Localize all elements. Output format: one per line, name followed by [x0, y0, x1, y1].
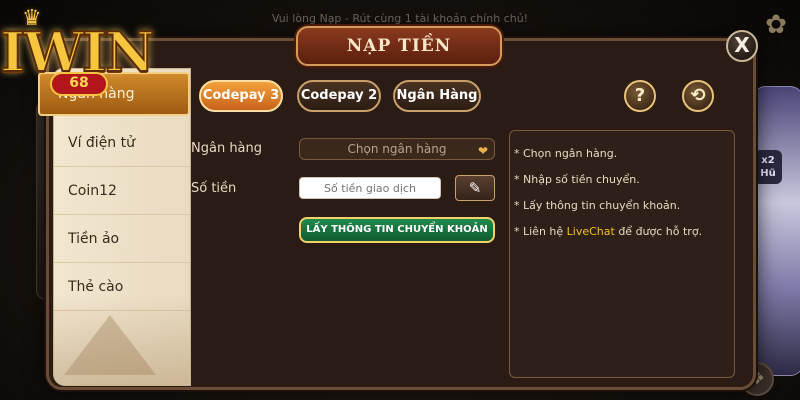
close-button[interactable]: X [726, 30, 758, 62]
hint-line: * Nhập số tiền chuyển. [514, 173, 640, 186]
lantern-icon: ✿ [765, 10, 787, 40]
history-button[interactable]: ⟲ [682, 80, 714, 112]
tab-bar: Codepay 3 Codepay 2 Ngân Hàng [191, 72, 739, 118]
hint-text: để được hỗ trợ. [614, 225, 703, 238]
modal-title: NẠP TIỀN [296, 26, 502, 66]
side-item-coin12[interactable]: Coin12 [54, 167, 190, 215]
instructions-panel: * Chọn ngân hàng. * Nhập số tiền chuyển.… [509, 130, 735, 378]
amount-label: Số tiền [191, 181, 237, 196]
hint-line: * Chọn ngân hàng. [514, 147, 618, 160]
edit-icon[interactable]: ✎ [455, 175, 495, 201]
hint-line: * Lấy thông tin chuyển khoản. [514, 199, 681, 212]
tab-codepay-3[interactable]: Codepay 3 [199, 80, 283, 112]
tab-codepay-2[interactable]: Codepay 2 [297, 80, 381, 112]
hint-line-contact: * Liên hệ LiveChat để được hỗ trợ. [514, 219, 730, 245]
chevron-down-icon: ❤ [477, 144, 488, 158]
logo-sub-badge: 68 [50, 72, 108, 96]
brand-logo: ♛ IWIN 68 [0, 2, 156, 100]
get-transfer-info-button[interactable]: LẤY THÔNG TIN CHUYỂN KHOẢN [299, 217, 495, 243]
help-button[interactable]: ? [624, 80, 656, 112]
tab-bank[interactable]: Ngân Hàng [393, 80, 481, 112]
side-item-crypto[interactable]: Tiền ảo [54, 215, 190, 263]
amount-input[interactable] [299, 177, 441, 199]
game-screen: Vui lòng Nạp - Rút cùng 1 tài khoản chín… [0, 0, 800, 400]
livechat-link[interactable]: LiveChat [567, 225, 615, 238]
bank-select[interactable]: Chọn ngân hàng ❤ [299, 138, 495, 160]
background-card-right [752, 86, 800, 376]
mountain-decoration [54, 295, 190, 385]
bank-label: Ngân hàng [191, 141, 263, 156]
deposit-form: Ngân hàng Chọn ngân hàng ❤ Số tiền ✎ LẤY… [191, 128, 501, 378]
jackpot-badge: x2 Hũ [754, 150, 782, 184]
bank-select-value: Chọn ngân hàng [347, 142, 447, 156]
hint-text: * Liên hệ [514, 225, 567, 238]
side-item-e-wallet[interactable]: Ví điện tử [54, 119, 190, 167]
